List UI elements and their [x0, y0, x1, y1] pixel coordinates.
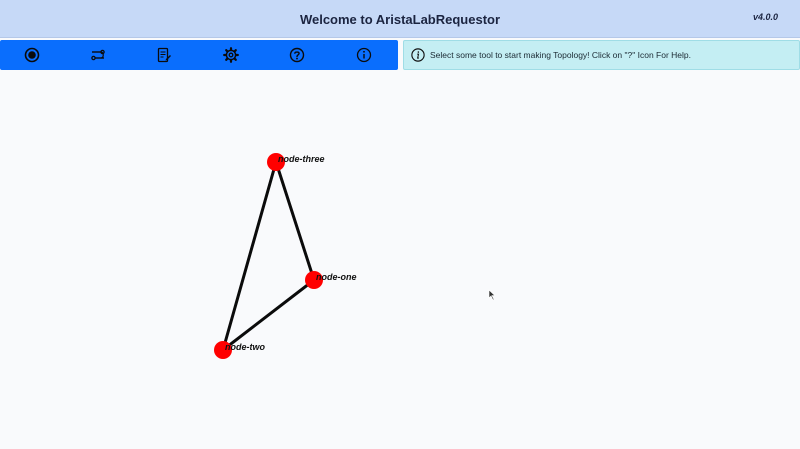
help-icon [289, 47, 305, 63]
info-icon [411, 48, 425, 62]
help-tool-button[interactable] [287, 45, 307, 65]
link-tool-button[interactable] [88, 45, 108, 65]
info-message-bar: Select some tool to start making Topolog… [403, 40, 800, 70]
info-icon [356, 47, 372, 63]
topology-canvas[interactable]: node-three node-one node-two [0, 72, 800, 444]
app-header: Welcome to AristaLabRequestor v4.0.0 [0, 0, 800, 38]
node-one-label: node-one [316, 272, 357, 282]
notepad-icon [157, 47, 171, 63]
link-node-three-node-one[interactable] [274, 160, 316, 282]
node-two-label: node-two [225, 342, 265, 352]
notepad-tool-button[interactable] [154, 45, 174, 65]
version-label: v4.0.0 [752, 12, 778, 22]
info-message-text: Select some tool to start making Topolog… [430, 50, 691, 60]
node-three-label: node-three [278, 154, 325, 164]
link-node-three-node-two[interactable] [221, 160, 278, 352]
topology-graph: node-three node-one node-two [214, 153, 496, 359]
gear-icon [223, 47, 239, 63]
record-icon [24, 47, 40, 63]
settings-tool-button[interactable] [221, 45, 241, 65]
link-node-one-node-two[interactable] [221, 278, 316, 352]
record-tool-button[interactable] [22, 45, 42, 65]
mouse-cursor-icon [488, 289, 496, 301]
link-icon [91, 49, 105, 61]
toolbar [0, 40, 398, 70]
app-title: Welcome to AristaLabRequestor [299, 12, 501, 27]
info-tool-button[interactable] [354, 45, 374, 65]
